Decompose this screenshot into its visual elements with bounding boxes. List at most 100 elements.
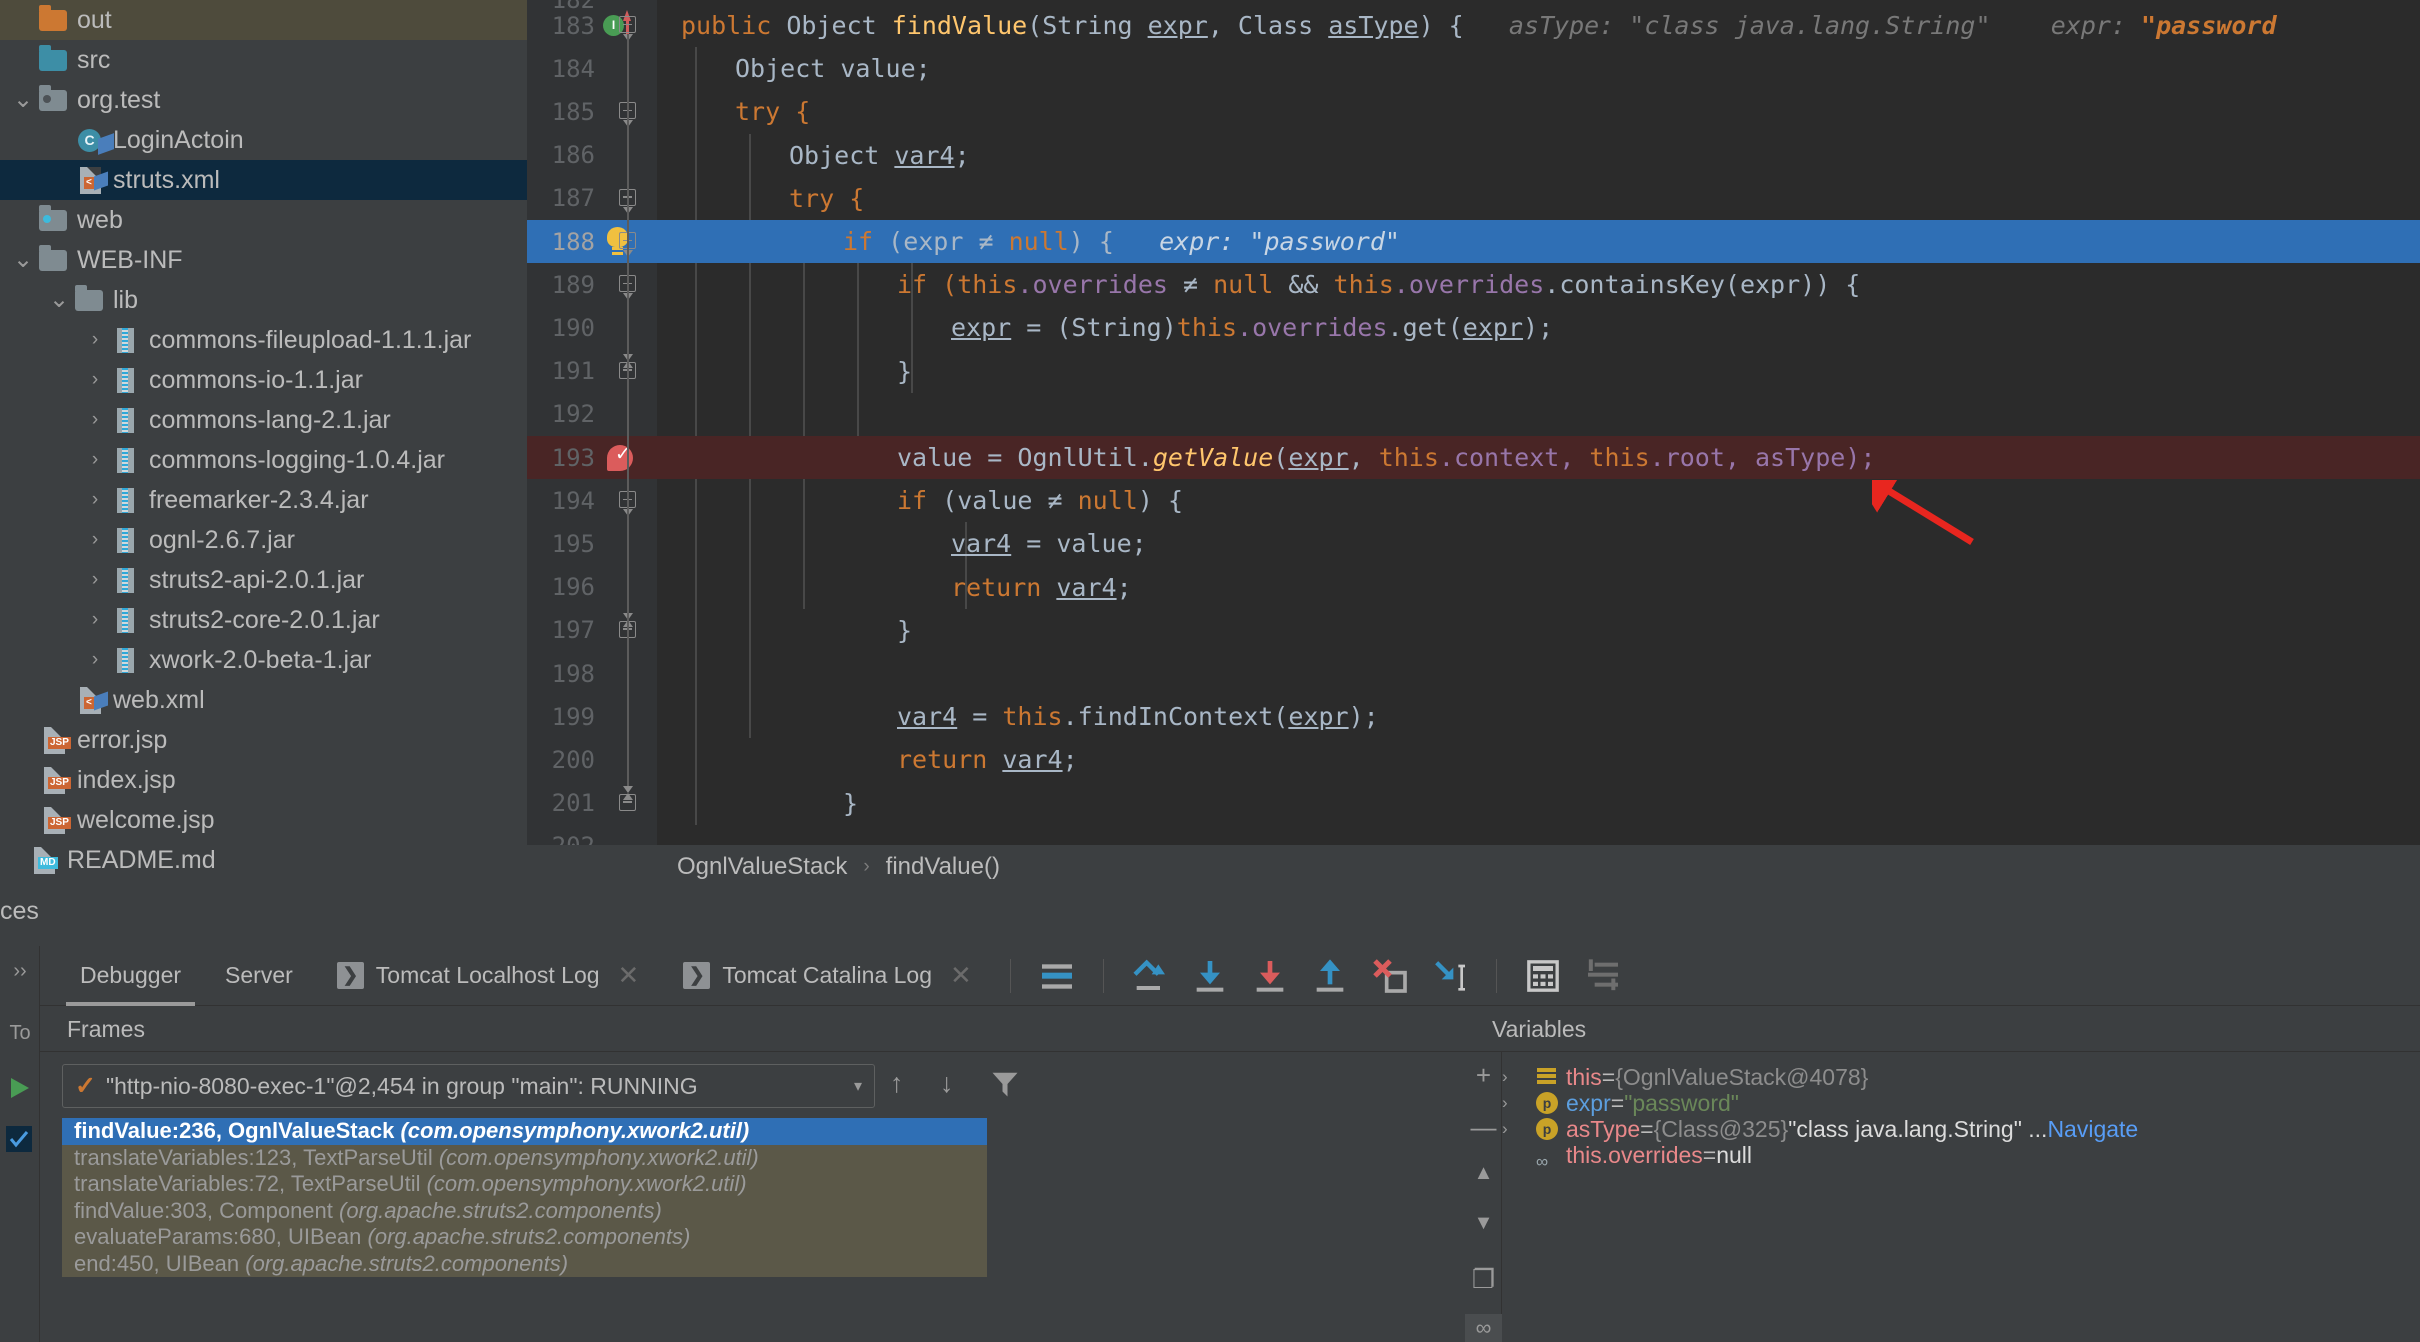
- tree-item-loginactoin[interactable]: C LoginActoin: [0, 120, 527, 160]
- tree-item-index-jsp[interactable]: JSP index.jsp: [0, 760, 527, 800]
- frames-list[interactable]: findValue:236, OgnlValueStack (com.opens…: [62, 1118, 987, 1342]
- run-to-cursor-icon[interactable]: [1427, 953, 1473, 999]
- debug-tab-debugger[interactable]: Debugger: [58, 946, 203, 1006]
- tree-item-xwork-2-0-beta-1-jar[interactable]: › xwork-2.0-beta-1.jar: [0, 640, 527, 680]
- frames-filter-icon[interactable]: [990, 1068, 1020, 1100]
- code-text[interactable]: }: [897, 616, 912, 645]
- project-tree-panel[interactable]: out src ⌄ org.test C LoginActoin < struts.xml we…: [0, 0, 527, 888]
- debug-tool-window-tabs[interactable]: Debugger Server ❯ Tomcat Localhost Log ✕ ❯ Tom…: [40, 946, 2420, 1006]
- add-watch-icon[interactable]: +: [1465, 1060, 1502, 1091]
- drop-frame-icon[interactable]: [1367, 953, 1413, 999]
- left-tool-strip[interactable]: ›› To: [0, 946, 40, 1342]
- code-line-199[interactable]: 199 var4 = this.findInContext(expr);: [527, 695, 2420, 738]
- debug-tab-server[interactable]: Server: [203, 946, 315, 1006]
- frames-move-up-button[interactable]: ↑: [890, 1068, 904, 1099]
- tree-item-struts-xml[interactable]: < struts.xml: [0, 160, 527, 200]
- chevron-down-icon[interactable]: ⌄: [10, 85, 36, 115]
- close-tab-icon[interactable]: ✕: [618, 960, 640, 991]
- chevron-right-icon[interactable]: ›: [82, 440, 108, 480]
- navigate-link[interactable]: Navigate: [2047, 1116, 2138, 1142]
- tree-item-struts2-core-2-0-1-jar[interactable]: › struts2-core-2.0.1.jar: [0, 600, 527, 640]
- tree-item-web-xml[interactable]: < web.xml: [0, 680, 527, 720]
- expand-variable-chevron-icon[interactable]: ›: [1502, 1090, 1532, 1116]
- expand-variable-chevron-icon[interactable]: ›: [1502, 1116, 1532, 1142]
- code-text[interactable]: return var4;: [951, 573, 1132, 602]
- code-text[interactable]: var4 = value;: [951, 529, 1147, 558]
- code-line-191[interactable]: 191}: [527, 350, 2420, 393]
- code-line-183[interactable]: 183 Ipublic Object findValue(String expr,…: [527, 4, 2420, 47]
- frame-row[interactable]: end:450, UIBean (org.apache.struts2.comp…: [62, 1250, 987, 1277]
- code-text[interactable]: expr = (String)this.overrides.get(expr);: [951, 313, 1553, 342]
- breadcrumb-method[interactable]: findValue(): [886, 853, 1000, 881]
- tree-item-org-test[interactable]: ⌄ org.test: [0, 80, 527, 120]
- code-line-188[interactable]: 188 if (expr ≠ null) { expr: "password": [527, 220, 2420, 263]
- code-text[interactable]: if (value ≠ null) {: [897, 486, 1183, 515]
- tree-item-web[interactable]: web: [0, 200, 527, 240]
- step-into-icon[interactable]: [1187, 953, 1233, 999]
- code-line-187[interactable]: 187 try {: [527, 177, 2420, 220]
- fold-region-start-icon[interactable]: [619, 16, 636, 33]
- debug-tab-tomcat-catalina-log[interactable]: ❯ Tomcat Catalina Log ✕: [661, 946, 993, 1006]
- chevron-right-icon[interactable]: ›: [82, 480, 108, 520]
- variable-row[interactable]: › this = {OgnlValueStack@4078}: [1502, 1064, 2402, 1090]
- step-over-icon[interactable]: [1127, 953, 1173, 999]
- frame-row[interactable]: findValue:303, Component (org.apache.str…: [62, 1197, 987, 1224]
- code-line-194[interactable]: 194 if (value ≠ null) {: [527, 479, 2420, 522]
- code-editor[interactable]: 182183Ipublic Object findValue(String ex…: [527, 0, 2420, 860]
- chevron-right-icon[interactable]: ›: [82, 400, 108, 440]
- tree-item-readme-md[interactable]: MD README.md: [0, 840, 527, 880]
- code-text[interactable]: var4 = this.findInContext(expr);: [897, 702, 1379, 731]
- todo-tool-button[interactable]: To: [0, 1022, 40, 1045]
- variables-tree[interactable]: › this = {OgnlValueStack@4078} › p expr = "p…: [1502, 1060, 2402, 1171]
- breadcrumb[interactable]: OgnlValueStack › findValue(): [527, 845, 2420, 888]
- code-line-197[interactable]: 197}: [527, 609, 2420, 652]
- chevron-right-icon[interactable]: ›: [82, 360, 108, 400]
- code-line-189[interactable]: 189 if (this.overrides ≠ null && this.ove…: [527, 263, 2420, 306]
- frame-row[interactable]: translateVariables:123, TextParseUtil (c…: [62, 1144, 987, 1171]
- code-text[interactable]: if (expr ≠ null) { expr: "password": [843, 227, 1400, 256]
- expand-variable-chevron-icon[interactable]: ›: [1502, 1064, 1532, 1090]
- variables-side-toolbar[interactable]: + — ▲ ▼ ❐ ∞: [1465, 1052, 1502, 1342]
- variable-row[interactable]: ∞ this.overrides = null: [1502, 1142, 2402, 1171]
- variable-row[interactable]: › p asType = {Class@325} "class java.lang.…: [1502, 1116, 2402, 1142]
- chevron-right-icon[interactable]: ›: [82, 320, 108, 360]
- code-line-195[interactable]: 195 var4 = value;: [527, 522, 2420, 565]
- tree-item-commons-logging-1-0-4-jar[interactable]: › commons-logging-1.0.4.jar: [0, 440, 527, 480]
- frames-move-down-button[interactable]: ↓: [940, 1068, 954, 1099]
- chevron-right-icon[interactable]: ›: [82, 560, 108, 600]
- tree-item-commons-fileupload-1-1-1-jar[interactable]: › commons-fileupload-1.1.1.jar: [0, 320, 527, 360]
- code-line-185[interactable]: 185 try {: [527, 90, 2420, 133]
- code-line-201[interactable]: 201}: [527, 782, 2420, 825]
- code-line-200[interactable]: 200 return var4;: [527, 738, 2420, 781]
- tree-item-commons-lang-2-1-jar[interactable]: › commons-lang-2.1.jar: [0, 400, 527, 440]
- frame-row[interactable]: translateVariables:72, TextParseUtil (co…: [62, 1171, 987, 1198]
- move-watch-up-icon[interactable]: ▲: [1465, 1162, 1502, 1185]
- remove-watch-icon[interactable]: —: [1465, 1112, 1502, 1143]
- chevron-right-icon[interactable]: ›: [82, 600, 108, 640]
- chevron-right-icon[interactable]: ›: [82, 520, 108, 560]
- close-tab-icon[interactable]: ✕: [950, 960, 972, 991]
- frame-row[interactable]: findValue:236, OgnlValueStack (com.opens…: [62, 1118, 987, 1145]
- chevron-down-icon[interactable]: ⌄: [10, 245, 36, 275]
- tree-item-ognl-2-6-7-jar[interactable]: › ognl-2.6.7.jar: [0, 520, 527, 560]
- tree-item-lib[interactable]: ⌄ lib: [0, 280, 527, 320]
- breadcrumb-class[interactable]: OgnlValueStack: [677, 853, 847, 881]
- code-text[interactable]: if (this.overrides ≠ null && this.overri…: [897, 270, 1860, 299]
- copy-value-icon[interactable]: ❐: [1465, 1264, 1502, 1295]
- code-line-190[interactable]: 190 expr = (String)this.overrides.get(exp…: [527, 306, 2420, 349]
- code-line-184[interactable]: 184 Object value;: [527, 47, 2420, 90]
- code-text[interactable]: Object var4;: [789, 141, 970, 170]
- step-out-icon[interactable]: [1307, 953, 1353, 999]
- expand-tool-window-icon[interactable]: ››: [0, 960, 40, 983]
- code-line-198[interactable]: 198: [527, 652, 2420, 695]
- code-line-186[interactable]: 186 Object var4;: [527, 134, 2420, 177]
- tree-item-commons-io-1-1-jar[interactable]: › commons-io-1.1.jar: [0, 360, 527, 400]
- code-folding-column[interactable]: [597, 0, 657, 845]
- code-text[interactable]: }: [843, 789, 858, 818]
- code-text[interactable]: public Object findValue(String expr, Cla…: [681, 11, 2277, 40]
- tree-item-web-inf[interactable]: ⌄ WEB-INF: [0, 240, 527, 280]
- tree-item-struts2-api-2-0-1-jar[interactable]: › struts2-api-2.0.1.jar: [0, 560, 527, 600]
- chevron-down-icon[interactable]: ▾: [854, 1076, 862, 1096]
- code-line-196[interactable]: 196 return var4;: [527, 566, 2420, 609]
- thread-selector[interactable]: ✓ "http-nio-8080-exec-1"@2,454 in group …: [62, 1064, 875, 1108]
